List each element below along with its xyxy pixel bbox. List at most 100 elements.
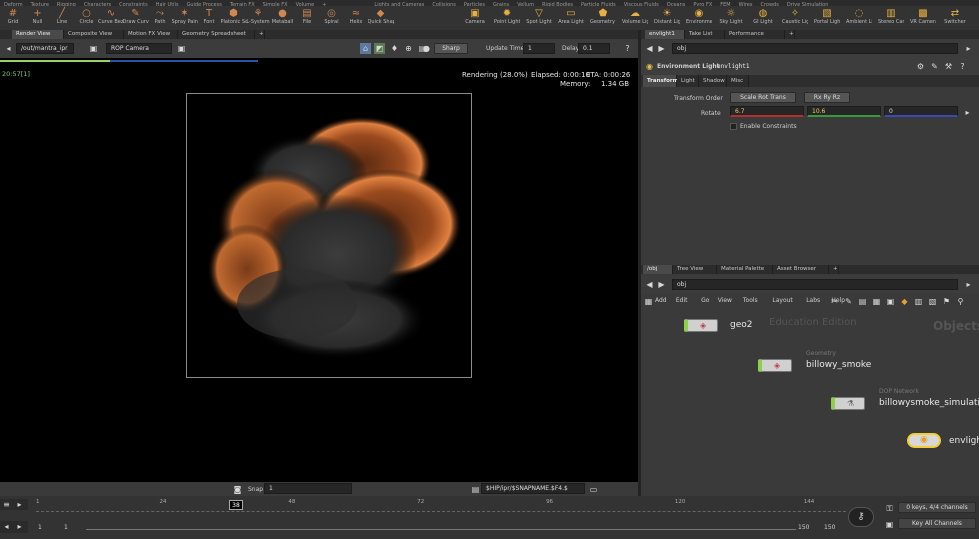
search-icon[interactable]: ⚲ xyxy=(955,296,966,307)
menu-edit[interactable]: Edit xyxy=(676,297,688,304)
param-tab-shadow[interactable]: Shadow xyxy=(699,75,727,87)
play-icon[interactable]: ▸ xyxy=(14,521,25,532)
edit-icon[interactable]: ✎ xyxy=(929,61,940,72)
step-forward-icon[interactable]: ▸ xyxy=(14,499,25,510)
wrench-icon[interactable]: ⚒ xyxy=(943,61,954,72)
transform-order-select[interactable]: Scale Rot Trans xyxy=(730,92,796,103)
snapshot-camera-icon[interactable]: ◙ xyxy=(232,484,243,495)
shelf-tool-helix[interactable]: ≈ Helix xyxy=(343,7,369,29)
back-icon[interactable]: ◀ xyxy=(644,279,655,290)
shelf-tool-file[interactable]: ▤ File xyxy=(294,7,320,29)
preview-icon[interactable]: ◩ xyxy=(374,43,385,54)
shelf-tool-volume-light[interactable]: ☁Volume Light xyxy=(622,7,648,29)
tab-asset-browser[interactable]: Asset Browser xyxy=(773,265,829,274)
node-body[interactable]: ◉ xyxy=(907,433,941,448)
layout-icon[interactable]: ▥ xyxy=(913,296,924,307)
key-icon[interactable]: ⚷ xyxy=(848,507,874,527)
flag-icon[interactable]: ⚑ xyxy=(941,296,952,307)
tab-take-list[interactable]: Take List xyxy=(685,30,725,39)
sphere-icon[interactable]: ● xyxy=(421,43,432,54)
rotate-z-field[interactable]: 0 xyxy=(884,106,958,117)
current-frame-indicator[interactable]: 38 xyxy=(229,500,243,510)
tab-[interactable]: + xyxy=(785,30,795,39)
menu-add[interactable]: Add xyxy=(655,297,667,304)
rotate-x-field[interactable]: 6.7 xyxy=(730,106,804,117)
pin-icon[interactable]: ▸ xyxy=(963,43,974,54)
auto-key-icon[interactable]: ⚿ xyxy=(884,503,895,514)
shelf-tool-circle[interactable]: ○ Circle xyxy=(74,7,100,29)
param-tab-transform[interactable]: Transform xyxy=(643,75,678,87)
menu-labs[interactable]: Labs xyxy=(806,297,820,304)
keyframe-icon[interactable]: ▣ xyxy=(884,519,895,530)
node-body[interactable]: ⚗ xyxy=(831,397,865,410)
expand-icon[interactable]: ▸ xyxy=(962,107,973,118)
display-icon[interactable]: ▧ xyxy=(927,296,938,307)
camera-icon[interactable]: ▣ xyxy=(176,43,187,54)
camera-select[interactable]: ROP Camera xyxy=(106,43,172,54)
shelf-tool-environment-light[interactable]: ◉Environment Light xyxy=(686,7,712,29)
shelf-tool-stereo-camera[interactable]: ▥Stereo Camera xyxy=(878,7,904,29)
tab-geometry-spreadsheet[interactable]: Geometry Spreadsheet xyxy=(178,30,255,39)
shelf-tool-geometry-light[interactable]: ⬟Geometry Light xyxy=(590,7,616,29)
forward-icon[interactable]: ▶ xyxy=(656,279,667,290)
tile-icon[interactable]: ▣ xyxy=(885,296,896,307)
rewind-icon[interactable]: ◂ xyxy=(1,521,12,532)
pin-icon[interactable]: ◂ xyxy=(3,43,14,54)
shelf-tool-gi-light[interactable]: ◍ GI Light xyxy=(750,7,776,29)
network-canvas[interactable]: Education Edition Objects ◈ geo2 Geometr… xyxy=(641,309,979,496)
shelf-tool-curve-bezier[interactable]: ∿Curve Bezier xyxy=(98,7,124,29)
out-path-field[interactable]: /out/mantra_ipr xyxy=(16,43,74,54)
range-start-field[interactable]: 1 xyxy=(64,524,68,531)
zoom-icon[interactable]: ⊕ xyxy=(403,43,414,54)
shelf-tool-distant-light[interactable]: ☀Distant Light xyxy=(654,7,680,29)
node-body[interactable]: ◈ xyxy=(758,359,792,372)
update-time-field[interactable]: 1 xyxy=(523,43,555,54)
region-icon[interactable]: ⌂ xyxy=(360,43,371,54)
menu-view[interactable]: View xyxy=(718,297,732,304)
shelf-tool-camera[interactable]: ▣ Camera xyxy=(462,7,488,29)
help-icon[interactable]: ? xyxy=(957,61,968,72)
menu-go[interactable]: Go xyxy=(701,297,709,304)
list-icon[interactable]: ▤ xyxy=(857,296,868,307)
shelf-tool-font[interactable]: T Font xyxy=(196,7,222,29)
render-viewport[interactable]: 20:57[1] Rendering (28.0%) Elapsed: 0:00… xyxy=(0,64,638,482)
shape-icon[interactable]: ◆ xyxy=(899,296,910,307)
range-end-field[interactable]: 150 xyxy=(798,524,809,531)
shelf-tool-spray-paint[interactable]: ✶ Spray Paint xyxy=(172,7,198,29)
tab-composite-view[interactable]: Composite View xyxy=(64,30,124,39)
tab-render-view[interactable]: Render View xyxy=(12,30,64,39)
forward-icon[interactable]: ▶ xyxy=(656,43,667,54)
shelf-tool-draw-curve[interactable]: ✎Draw Curve xyxy=(123,7,149,29)
snap-field[interactable]: 1 xyxy=(264,483,352,494)
param-path-field[interactable]: obj xyxy=(672,43,958,54)
tab-[interactable]: + xyxy=(829,265,839,274)
key-all-channels-button[interactable]: Key All Channels xyxy=(898,518,976,529)
shelf-tool-switcher[interactable]: ⇄ Switcher xyxy=(942,7,968,29)
shelf-tool-vr-camera[interactable]: ▩ VR Camera xyxy=(910,7,936,29)
menu-tools[interactable]: Tools xyxy=(743,297,758,304)
shelf-tool-caustic-light[interactable]: ✧Caustic Light xyxy=(782,7,808,29)
start-frame[interactable]: 1 xyxy=(38,524,42,531)
delay-field[interactable]: 0.1 xyxy=(578,43,610,54)
folder-icon[interactable]: ▭ xyxy=(588,484,599,495)
tab-motion-fx-view[interactable]: Motion FX View xyxy=(124,30,178,39)
shelf-tool-metaball[interactable]: ● Metaball xyxy=(270,7,296,29)
shelf-tool-platonic-solids[interactable]: ⬢Platonic Solids xyxy=(221,7,247,29)
shelf-tool-line[interactable]: ╱ Line xyxy=(49,7,75,29)
timeline-ruler[interactable]: 1 24 48 72 96 120 144 38 xyxy=(36,499,846,516)
tab-obj[interactable]: /obj xyxy=(643,265,673,274)
param-tab-light[interactable]: Light xyxy=(677,75,699,87)
network-path-field[interactable]: obj xyxy=(672,279,958,290)
shelf-tool-null[interactable]: + Null xyxy=(25,7,51,29)
shelf-tool-portal-light[interactable]: ▧ Portal Light xyxy=(814,7,840,29)
param-tab-misc[interactable]: Misc xyxy=(727,75,749,87)
tab-envlight1[interactable]: envlight1 xyxy=(645,30,685,39)
shelf-tool-path[interactable]: ⤳ Path xyxy=(147,7,173,29)
menu-layout[interactable]: Layout xyxy=(772,297,792,304)
shelf-tool-point-light[interactable]: ✹ Point Light xyxy=(494,7,520,29)
output-path-field[interactable]: $HIP/ipr/$SNAPNAME.$F4.$ xyxy=(481,483,585,494)
shelf-tool-area-light[interactable]: ▭ Area Light xyxy=(558,7,584,29)
pin-icon[interactable]: ▸ xyxy=(963,279,974,290)
scissors-icon[interactable]: ✂ xyxy=(829,296,840,307)
end-frame[interactable]: 150 xyxy=(824,524,835,531)
